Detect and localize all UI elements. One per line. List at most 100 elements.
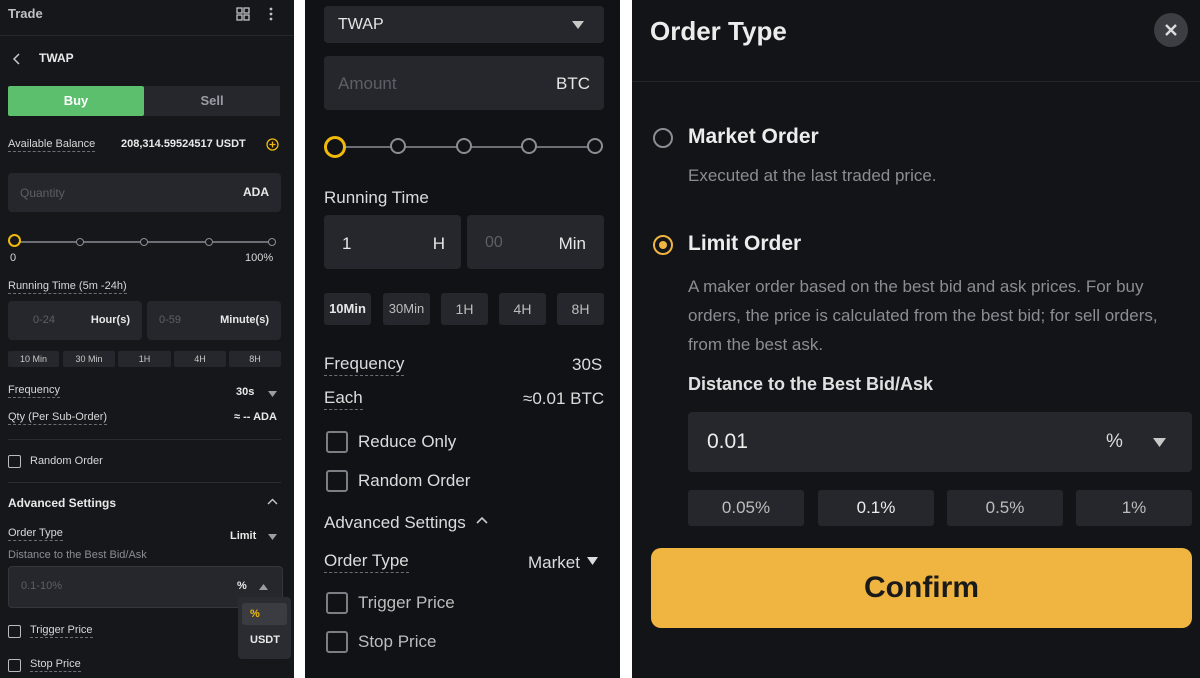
minutes-input[interactable]: 0-59 Minute(s) [147, 301, 281, 340]
trigger-price-checkbox[interactable] [8, 625, 21, 638]
distance-value: 0.01 [707, 430, 748, 453]
slider-step [205, 238, 213, 246]
distance-unit[interactable]: % [237, 580, 247, 592]
trigger-price-checkbox[interactable] [326, 592, 348, 614]
minutes-input[interactable]: 00 Min [467, 215, 604, 269]
preset-8h[interactable]: 8H [229, 351, 281, 367]
reduce-only-label: Reduce Only [358, 432, 457, 451]
frequency-label: Frequency [324, 354, 405, 376]
advanced-settings-label[interactable]: Advanced Settings [8, 496, 116, 510]
minutes-placeholder: 00 [485, 234, 503, 251]
market-order-label[interactable]: Market Order [688, 125, 819, 149]
amount-unit: BTC [556, 74, 590, 93]
amount-placeholder: Amount [338, 74, 397, 93]
order-type-value[interactable]: Limit [230, 530, 256, 542]
stop-price-label: Stop Price [30, 658, 81, 672]
slider-step [521, 138, 537, 154]
hours-unit: Hour(s) [90, 314, 130, 326]
chevron-up-icon[interactable] [476, 516, 488, 525]
amount-input[interactable]: Amount BTC [324, 56, 604, 110]
strategy-value: TWAP [338, 16, 384, 33]
preset-30min[interactable]: 30Min [383, 293, 430, 325]
preset-0-05[interactable]: 0.05% [688, 490, 804, 526]
balance-label: Available Balance [8, 138, 96, 152]
order-type-label: Order Type [324, 551, 409, 573]
quantity-input[interactable]: Quantity ADA [8, 173, 281, 212]
buy-button[interactable]: Buy [8, 86, 144, 116]
quantity-unit: ADA [243, 185, 269, 199]
limit-order-radio[interactable] [653, 235, 673, 255]
limit-order-desc: A maker order based on the best bid and … [688, 277, 1158, 354]
chevron-up-icon[interactable] [267, 498, 278, 506]
reduce-only-checkbox[interactable] [326, 431, 348, 453]
close-icon [1165, 24, 1177, 36]
each-label: Each [324, 388, 363, 410]
random-order-checkbox[interactable] [8, 455, 21, 468]
strategy-select[interactable]: TWAP [324, 6, 604, 43]
grid-icon[interactable] [236, 7, 250, 21]
close-button[interactable] [1154, 13, 1188, 47]
distance-label: Distance to the Best Bid/Ask [688, 374, 934, 394]
unit-option-usdt[interactable]: USDT [250, 634, 280, 646]
slider-step [587, 138, 603, 154]
limit-order-label[interactable]: Limit Order [688, 232, 801, 256]
slider-step [76, 238, 84, 246]
slider-step [268, 238, 276, 246]
caret-down-icon [572, 21, 584, 29]
trigger-price-label: Trigger Price [30, 624, 93, 638]
hours-placeholder: 0-24 [33, 314, 56, 326]
stop-price-checkbox[interactable] [8, 659, 21, 672]
order-type-value[interactable]: Market [528, 553, 580, 573]
caret-down-icon[interactable] [268, 534, 277, 540]
quantity-placeholder: Quantity [20, 186, 65, 200]
market-order-radio[interactable] [653, 128, 673, 148]
back-icon[interactable] [12, 52, 22, 66]
preset-10min[interactable]: 10Min [324, 293, 371, 325]
trigger-price-label: Trigger Price [358, 593, 455, 612]
distance-unit[interactable]: % [1106, 431, 1123, 453]
caret-up-icon[interactable] [259, 584, 268, 590]
hours-input[interactable]: 0-24 Hour(s) [8, 301, 142, 340]
preset-4h[interactable]: 4H [174, 351, 226, 367]
preset-1h[interactable]: 1H [441, 293, 488, 325]
slider-step [456, 138, 472, 154]
random-order-label: Random Order [358, 471, 471, 490]
hours-input[interactable]: 1 H [324, 215, 461, 269]
preset-8h[interactable]: 8H [557, 293, 604, 325]
random-order-checkbox[interactable] [326, 470, 348, 492]
stop-price-checkbox[interactable] [326, 631, 348, 653]
preset-0-1[interactable]: 0.1% [818, 490, 934, 526]
distance-placeholder: 0.1-10% [21, 580, 62, 592]
preset-4h[interactable]: 4H [499, 293, 546, 325]
slider-thumb[interactable] [8, 234, 21, 247]
preset-30min[interactable]: 30 Min [63, 351, 115, 367]
preset-0-5[interactable]: 0.5% [947, 490, 1063, 526]
distance-input[interactable]: 0.01 % [688, 412, 1192, 472]
market-order-desc: Executed at the last traded price. [688, 166, 937, 185]
strategy-title: TWAP [39, 51, 74, 65]
preset-10min[interactable]: 10 Min [8, 351, 59, 367]
preset-1h[interactable]: 1H [118, 351, 171, 367]
hours-value: 1 [342, 234, 352, 253]
caret-down-icon[interactable] [268, 391, 277, 397]
qty-per-suborder-value: ≈ -- ADA [234, 411, 277, 423]
confirm-button[interactable]: Confirm [651, 548, 1192, 628]
stop-price-label: Stop Price [358, 632, 437, 651]
frequency-value[interactable]: 30S [572, 355, 602, 375]
frequency-value[interactable]: 30s [236, 386, 254, 398]
trade-title: Trade [8, 6, 43, 21]
running-time-label: Running Time [324, 188, 429, 207]
unit-option-percent[interactable]: % [242, 603, 287, 625]
advanced-settings-label[interactable]: Advanced Settings [324, 513, 466, 533]
more-icon[interactable] [268, 6, 274, 22]
add-circle-icon[interactable] [266, 138, 279, 151]
caret-down-icon[interactable] [587, 557, 598, 565]
minutes-unit: Min [558, 234, 586, 253]
slider-step [390, 138, 406, 154]
sell-button[interactable]: Sell [144, 86, 280, 116]
preset-1[interactable]: 1% [1076, 490, 1192, 526]
radio-selected-dot [659, 241, 667, 249]
slider-thumb[interactable] [324, 136, 346, 158]
minutes-unit: Minute(s) [220, 314, 269, 326]
caret-down-icon[interactable] [1153, 438, 1166, 447]
